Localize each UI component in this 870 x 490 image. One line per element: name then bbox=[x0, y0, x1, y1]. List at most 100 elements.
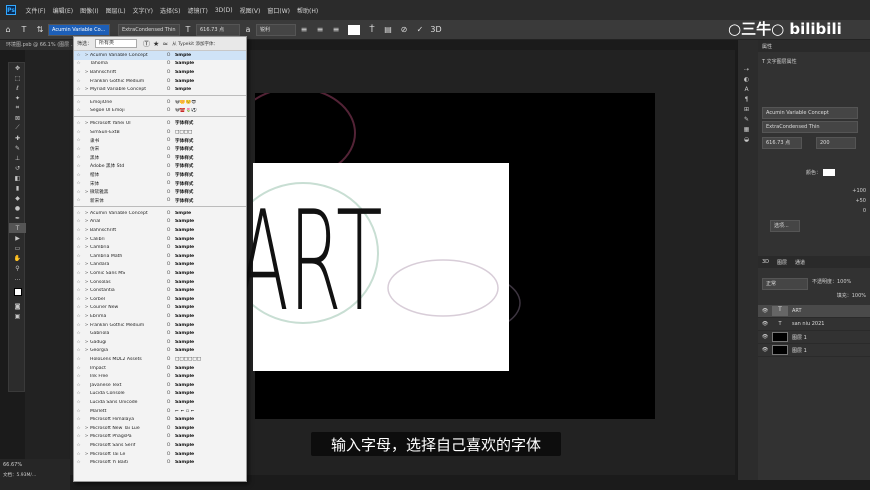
expand-arrow-icon[interactable]: > bbox=[83, 211, 90, 216]
eye-icon[interactable]: 👁 bbox=[758, 321, 772, 327]
align-left-icon[interactable]: ≡ bbox=[298, 24, 310, 36]
type-tool-icon-active[interactable]: T bbox=[9, 223, 26, 233]
slider-row-1[interactable]: +100 bbox=[758, 186, 870, 196]
tab-layers[interactable]: 图层 bbox=[777, 259, 787, 266]
font-list-item[interactable]: ☆ SimSun-ExtB O □□□□ bbox=[74, 128, 246, 137]
font-style-select[interactable]: ExtraCondensed Thin bbox=[118, 23, 180, 36]
filter-select[interactable]: 所有类 bbox=[95, 39, 138, 48]
font-list-item[interactable]: ☆ 仿宋 O 字体样式 bbox=[74, 145, 246, 154]
properties-tab[interactable]: 属性 bbox=[758, 40, 870, 52]
font-list-item[interactable]: ☆ > Ebrima O Sample bbox=[74, 312, 246, 321]
font-list-item[interactable]: ☆ HoloLens MDL2 Assets O □□□□□□ bbox=[74, 355, 246, 364]
marquee-tool-icon[interactable]: ⬚ bbox=[9, 73, 26, 83]
font-list-item[interactable]: ☆ > Arial O Sample bbox=[74, 218, 246, 227]
star-icon[interactable]: ☆ bbox=[74, 366, 83, 371]
font-list-item[interactable]: ☆ > Candara O Sample bbox=[74, 261, 246, 270]
expand-arrow-icon[interactable]: > bbox=[83, 426, 90, 431]
slider-row-2[interactable]: +50 bbox=[758, 196, 870, 206]
star-icon[interactable]: ☆ bbox=[74, 357, 83, 362]
expand-arrow-icon[interactable]: > bbox=[83, 245, 90, 250]
brush-settings-icon[interactable]: ✎ bbox=[738, 114, 755, 124]
star-icon[interactable]: ☆ bbox=[74, 211, 83, 216]
font-list-item[interactable]: ☆ Segoe UI Emoji O 😀☎️🌷⚽ bbox=[74, 107, 246, 116]
star-icon[interactable]: ☆ bbox=[74, 323, 83, 328]
3d-icon[interactable]: 3D bbox=[430, 24, 442, 36]
panel-font-style[interactable]: ExtraCondensed Thin bbox=[762, 121, 858, 133]
star-icon[interactable]: ☆ bbox=[74, 288, 83, 293]
favorites-filter-icon[interactable]: ★ bbox=[153, 40, 159, 48]
star-icon[interactable]: ☆ bbox=[74, 79, 83, 84]
star-icon[interactable]: ☆ bbox=[74, 155, 83, 160]
font-family-dropdown[interactable]: 筛选： 所有类 Ⓣ ★ ≈ 从 Typekit 添加字体： ☆ > Acumin V… bbox=[73, 36, 247, 482]
star-icon[interactable]: ☆ bbox=[74, 61, 83, 66]
star-icon[interactable]: ☆ bbox=[74, 108, 83, 113]
star-icon[interactable]: ☆ bbox=[74, 245, 83, 250]
layer-row[interactable]: 👁 图层 1 bbox=[758, 331, 870, 344]
slider-row-3[interactable]: 0 bbox=[758, 206, 870, 216]
font-list-item[interactable]: ☆ > Acumin Variable Concept O Smple bbox=[74, 209, 246, 218]
warp-text-icon[interactable]: Ť bbox=[366, 24, 378, 36]
font-list-item[interactable]: ☆ Lucida Sans Unicode O Sample bbox=[74, 398, 246, 407]
expand-arrow-icon[interactable]: > bbox=[83, 288, 90, 293]
font-list-item[interactable]: ☆ Franklin Gothic Medium O Sample bbox=[74, 77, 246, 86]
document-tab[interactable]: 环境图.psb @ 66.1% (图层 ... bbox=[6, 41, 76, 48]
font-list-item[interactable]: ☆ > Georgia O Sample bbox=[74, 347, 246, 356]
expand-arrow-icon[interactable]: > bbox=[83, 271, 90, 276]
expand-arrow-icon[interactable]: > bbox=[83, 452, 90, 457]
typekit-filter-icon[interactable]: Ⓣ bbox=[143, 39, 150, 49]
star-icon[interactable]: ☆ bbox=[74, 340, 83, 345]
expand-arrow-icon[interactable]: > bbox=[83, 280, 90, 285]
font-list-item[interactable]: ☆ > Constantia O Sample bbox=[74, 286, 246, 295]
expand-arrow-icon[interactable]: > bbox=[83, 228, 90, 233]
eye-icon[interactable]: 👁 bbox=[758, 334, 772, 340]
star-icon[interactable]: ☆ bbox=[74, 374, 83, 379]
font-list-item[interactable]: ☆ > Acumin Variable Concept O Smple bbox=[74, 51, 246, 60]
font-list-item[interactable]: ☆ Ink Free O Sample bbox=[74, 372, 246, 381]
panel-color-swatch[interactable] bbox=[822, 169, 835, 176]
styles-icon[interactable]: ◒ bbox=[738, 134, 755, 144]
tab-channels[interactable]: 通道 bbox=[795, 259, 805, 266]
menu-filter[interactable]: 滤镜(T) bbox=[184, 6, 211, 15]
path-select-icon[interactable]: ▶ bbox=[9, 233, 26, 243]
star-icon[interactable]: ☆ bbox=[74, 130, 83, 135]
font-list-item[interactable]: ☆ > Gadugi O Sample bbox=[74, 338, 246, 347]
similar-filter-icon[interactable]: ≈ bbox=[162, 40, 168, 48]
antialias-select[interactable]: 锐利 bbox=[256, 23, 296, 36]
zoom-level[interactable]: 66.67% bbox=[3, 462, 22, 468]
cancel-icon[interactable]: ⊘ bbox=[398, 24, 410, 36]
star-icon[interactable]: ☆ bbox=[74, 147, 83, 152]
font-list-item[interactable]: ☆ Microsoft Himalaya O Sample bbox=[74, 415, 246, 424]
layer-row[interactable]: 👁 Tsan niu 2021 bbox=[758, 318, 870, 331]
magic-wand-tool-icon[interactable]: ✦ bbox=[9, 93, 26, 103]
star-icon[interactable]: ☆ bbox=[74, 305, 83, 310]
star-icon[interactable]: ☆ bbox=[74, 237, 83, 242]
star-icon[interactable]: ☆ bbox=[74, 426, 83, 431]
font-list-item[interactable]: ☆ Lucida Console O Sample bbox=[74, 390, 246, 399]
zoom-tool-icon[interactable]: ⚲ bbox=[9, 263, 26, 273]
more-options-button[interactable]: 选项... bbox=[770, 220, 800, 232]
font-size-select[interactable]: 616.73 点 bbox=[196, 23, 240, 36]
panel-font-family[interactable]: Acumin Variable Concept bbox=[762, 107, 858, 119]
expand-arrow-icon[interactable]: > bbox=[83, 434, 90, 439]
star-icon[interactable]: ☆ bbox=[74, 409, 83, 414]
brush-tool-icon[interactable]: ✎ bbox=[9, 143, 26, 153]
layer-row[interactable]: 👁 图层 1 bbox=[758, 344, 870, 357]
lasso-tool-icon[interactable]: ℓ bbox=[9, 83, 26, 93]
adjustments-icon[interactable]: ◐ bbox=[738, 74, 755, 84]
expand-arrow-icon[interactable]: > bbox=[83, 305, 90, 310]
star-icon[interactable]: ☆ bbox=[74, 228, 83, 233]
font-list-item[interactable]: ☆ > Microsoft Yahei UI O 字体样式 bbox=[74, 119, 246, 128]
character-panel-icon[interactable]: ▤ bbox=[382, 24, 394, 36]
star-icon[interactable]: ☆ bbox=[74, 254, 83, 259]
history-icon[interactable]: ⇢ bbox=[738, 64, 755, 74]
font-list-item[interactable]: ☆ Gabriola O Sample bbox=[74, 329, 246, 338]
star-icon[interactable]: ☆ bbox=[74, 70, 83, 75]
star-icon[interactable]: ☆ bbox=[74, 383, 83, 388]
menu-type[interactable]: 文字(Y) bbox=[129, 6, 156, 15]
star-icon[interactable]: ☆ bbox=[74, 348, 83, 353]
white-text-box[interactable]: ART bbox=[237, 163, 509, 371]
menu-view[interactable]: 视图(V) bbox=[236, 6, 264, 15]
expand-arrow-icon[interactable]: > bbox=[83, 314, 90, 319]
expand-arrow-icon[interactable]: > bbox=[83, 348, 90, 353]
menu-layer[interactable]: 图层(L) bbox=[102, 6, 129, 15]
